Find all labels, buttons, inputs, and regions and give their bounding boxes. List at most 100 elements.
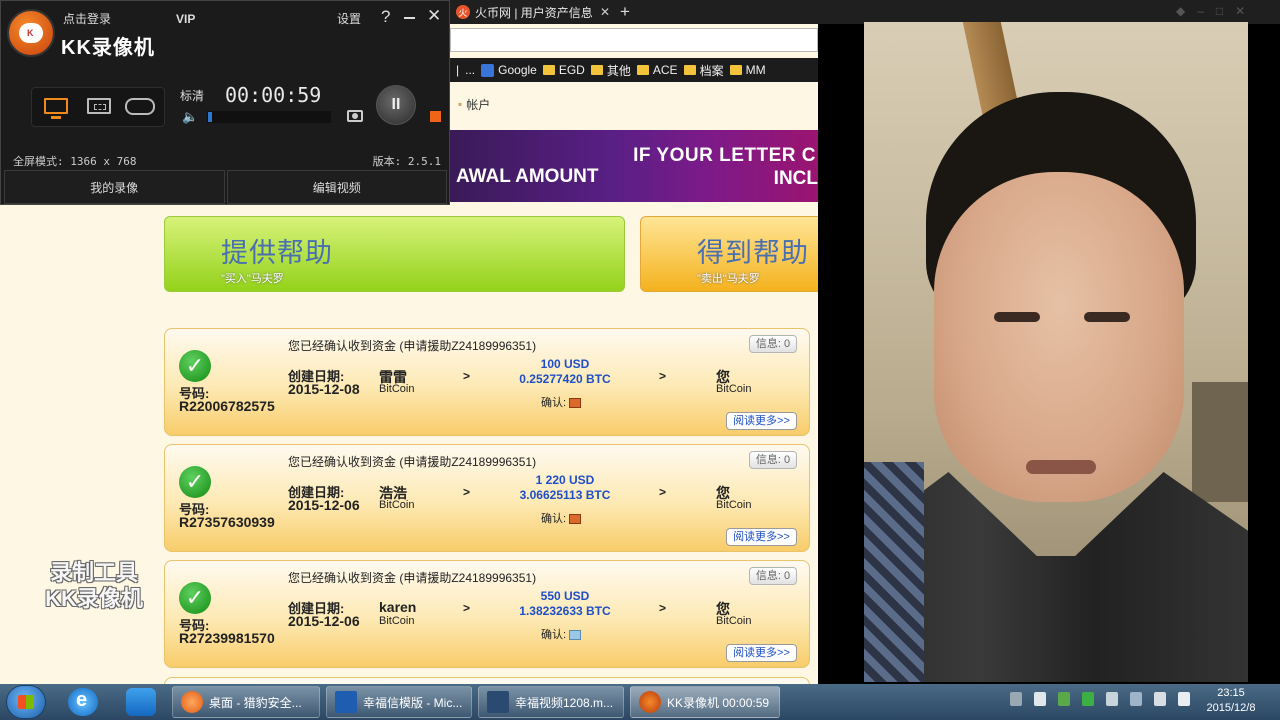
close-icon[interactable]: ✕ — [1235, 4, 1245, 18]
receipt-image-icon[interactable] — [569, 514, 582, 525]
order-date: 2015-12-08 — [288, 381, 360, 397]
read-more-button[interactable]: 阅读更多>> — [726, 412, 797, 430]
banner-line2: AWAL AMOUNT — [456, 166, 599, 187]
help-icon[interactable]: ? — [381, 7, 390, 27]
info-button[interactable]: 信息: 0 — [749, 451, 797, 469]
quality-selector[interactable]: 标清 — [180, 87, 204, 104]
minimize-icon[interactable] — [404, 9, 416, 21]
signal-icon[interactable] — [1178, 692, 1190, 706]
my-recordings-button[interactable]: 我的录像 — [4, 170, 225, 204]
folder-icon — [729, 65, 742, 75]
edit-video-button[interactable]: 编辑视频 — [226, 170, 447, 204]
receipt-image-icon[interactable] — [569, 398, 582, 409]
system-tray — [1010, 692, 1190, 706]
confirm-label: 确认: — [541, 397, 567, 409]
close-icon[interactable]: ✕ — [427, 6, 441, 26]
maximize-icon[interactable]: □ — [1216, 4, 1223, 18]
confirmation: 确认: — [541, 394, 582, 410]
order-heading: 您已经确认收到资金 (申请援助Z24189996351) — [288, 455, 537, 469]
info-button[interactable]: 信息: 0 — [749, 567, 797, 585]
app-title: KK录像机 — [61, 37, 155, 59]
person-eye — [994, 312, 1040, 322]
get-help-subtitle: "卖出"马夫罗 — [697, 273, 760, 285]
bookmark-ace[interactable]: ACE — [636, 63, 678, 77]
address-bar[interactable] — [450, 28, 818, 52]
start-button[interactable] — [6, 685, 46, 719]
game-mode-icon[interactable] — [125, 98, 155, 115]
volume-icon[interactable] — [1154, 692, 1166, 706]
shield-icon[interactable] — [1082, 692, 1094, 706]
folder-icon — [590, 65, 603, 75]
taskbar-item-desktop[interactable]: 桌面 - 猎豹安全... — [172, 686, 320, 718]
huobi-icon: 火 — [456, 5, 470, 19]
taskbar-item-word[interactable]: 幸福信模版 - Mic... — [326, 686, 472, 718]
fullscreen-mode-icon[interactable] — [44, 98, 68, 119]
internet-explorer-icon[interactable] — [68, 688, 98, 716]
provide-help-button[interactable]: 提供帮助 "买入"马夫罗 — [164, 216, 625, 292]
kk-recorder-icon — [639, 691, 661, 713]
google-icon — [481, 63, 495, 77]
bookmark-label: Google — [498, 63, 537, 77]
info-button[interactable]: 信息: 0 — [749, 335, 797, 353]
security-icon[interactable] — [1058, 692, 1070, 706]
stop-button[interactable] — [430, 111, 441, 122]
webcam-video — [864, 22, 1248, 682]
background-shelf — [1192, 382, 1248, 502]
pin-icon[interactable]: ◆ — [1176, 4, 1185, 18]
camera-icon[interactable] — [347, 110, 363, 122]
tray-overflow-icon[interactable] — [1034, 692, 1046, 706]
confirmation: 确认: — [541, 626, 582, 642]
region-mode-icon[interactable] — [87, 98, 111, 114]
settings-button[interactable]: 设置 — [337, 10, 361, 27]
sender-currency: BitCoin — [379, 615, 415, 627]
amount-btc: 1.38232633 BTC — [519, 604, 611, 618]
confirm-label: 确认: — [541, 629, 567, 641]
account-link[interactable]: ▪ 帐户 — [450, 90, 820, 118]
bookmark-archive[interactable]: 档案 — [683, 62, 724, 79]
window-controls: ◆ – □ ✕ — [1176, 4, 1270, 18]
network-icon[interactable] — [1130, 692, 1142, 706]
pause-button[interactable]: II — [376, 85, 416, 125]
close-tab-icon[interactable]: ✕ — [600, 5, 610, 19]
taskbar-item-video[interactable]: 幸福视频1208.m... — [478, 686, 624, 718]
check-icon: ✓ — [179, 582, 211, 614]
login-link[interactable]: 点击登录 — [63, 10, 111, 27]
bookmark-other[interactable]: 其他 — [590, 62, 631, 79]
get-help-button[interactable]: 得到帮助 "卖出"马夫罗 — [640, 216, 820, 292]
shield-outline-icon[interactable] — [1106, 692, 1118, 706]
minimize-icon[interactable]: – — [1197, 4, 1204, 18]
bookmark-label: ACE — [652, 63, 678, 77]
receipt-image-icon[interactable] — [569, 630, 582, 641]
word-icon — [335, 691, 357, 713]
arrow-icon: > — [463, 369, 471, 383]
browser-tab[interactable]: 火 火币网 | 用户资产信息 ✕ — [450, 0, 616, 24]
recorder-actions: 我的录像 编辑视频 — [4, 170, 447, 204]
clock-time: 23:15 — [1217, 687, 1245, 699]
volume-slider[interactable] — [207, 111, 331, 123]
arrow-icon: > — [463, 601, 471, 615]
system-clock[interactable]: 23:15 2015/12/8 — [1196, 686, 1266, 716]
bookmark-egd[interactable]: EGD — [542, 63, 585, 77]
amount-usd: 100 USD — [540, 357, 590, 371]
bookmark-google[interactable]: Google — [481, 63, 537, 77]
person-mouth — [1026, 460, 1096, 474]
new-tab-button[interactable]: + — [620, 2, 630, 22]
watermark-line1: 录制工具 — [49, 560, 138, 585]
read-more-button[interactable]: 阅读更多>> — [726, 528, 797, 546]
person-eye — [1084, 312, 1130, 322]
pinned-app-icon[interactable] — [126, 688, 156, 716]
sender-currency: BitCoin — [379, 383, 415, 395]
task-label: 幸福视频1208.m... — [515, 695, 614, 710]
keyboard-icon[interactable] — [1010, 692, 1022, 706]
version-info: 版本: 2.5.1 — [372, 155, 441, 168]
volume-icon[interactable]: 🔈 — [182, 109, 198, 125]
bookmark-label: EGD — [558, 63, 585, 77]
banner-line3: INCL — [773, 168, 818, 189]
sender-name: karen — [379, 599, 417, 615]
bookmark-overflow[interactable]: ... — [465, 63, 475, 77]
folder-icon — [683, 65, 696, 75]
bookmark-mm[interactable]: MM — [729, 63, 766, 77]
taskbar-item-kk-recorder[interactable]: KK录像机 00:00:59 — [630, 686, 780, 718]
vip-badge[interactable]: VIP — [176, 12, 195, 26]
read-more-button[interactable]: 阅读更多>> — [726, 644, 797, 662]
